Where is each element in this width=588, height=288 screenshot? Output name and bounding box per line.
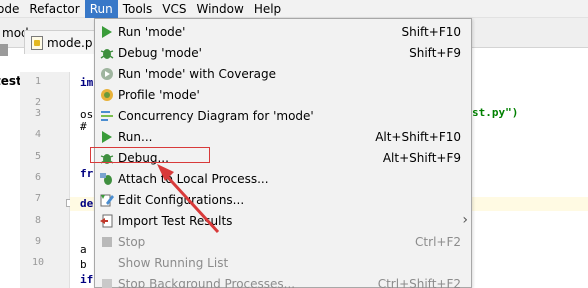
- code-line-4: #: [80, 120, 87, 133]
- menu-vcs[interactable]: VCS: [157, 0, 191, 18]
- menu-item-concurrency-diagram[interactable]: Concurrency Diagram for 'mode': [95, 106, 471, 127]
- stop-icon: [100, 235, 114, 249]
- project-panel-label: test: [0, 74, 22, 88]
- menu-item-label: Edit Configurations...: [118, 193, 245, 207]
- line-number-gutter: 1 2 3 4 5 6 7 8 9 10: [20, 72, 70, 288]
- line-number: 3: [34, 108, 42, 119]
- menu-item-shortcut: Ctrl+Shift+F2: [377, 277, 461, 288]
- editor-tab-mode-py[interactable]: mode.p: [24, 30, 104, 54]
- menu-code[interactable]: ode: [0, 0, 24, 18]
- line-number: 6: [34, 172, 42, 183]
- menu-item-shortcut: Shift+F9: [409, 46, 461, 60]
- python-file-icon: [31, 35, 43, 50]
- code-string-fragment: st.py"): [472, 106, 519, 119]
- code-line-7: fr: [80, 167, 94, 180]
- menu-item-run-with-coverage[interactable]: Run 'mode' with Coverage: [95, 64, 471, 85]
- menu-item-shortcut: Shift+F10: [401, 25, 461, 39]
- profile-icon: [100, 88, 114, 102]
- code-line-1: im: [80, 76, 94, 89]
- run-icon: [100, 25, 114, 39]
- menu-item-label: Concurrency Diagram for 'mode': [118, 109, 314, 123]
- annotation-highlight-box: [90, 147, 210, 163]
- menu-tools[interactable]: Tools: [118, 0, 158, 18]
- menu-item-label: Run 'mode': [118, 25, 186, 39]
- menu-item-label: Import Test Results: [118, 214, 233, 228]
- menu-item-label: Debug 'mode': [118, 46, 202, 60]
- line-number: 5: [34, 151, 42, 162]
- menu-window[interactable]: Window: [191, 0, 248, 18]
- debug-icon: [100, 46, 114, 60]
- panel-toggle[interactable]: [0, 44, 8, 56]
- line-number: 8: [34, 215, 42, 226]
- menu-item-run-mode[interactable]: Run 'mode' Shift+F10: [95, 22, 471, 43]
- coverage-icon: [100, 67, 114, 81]
- menu-item-import-test-results[interactable]: Import Test Results ›: [95, 211, 471, 232]
- edit-config-icon: [100, 193, 114, 207]
- code-line-11: a: [80, 243, 87, 256]
- stop-bg-icon: [100, 277, 114, 288]
- line-number: 2: [34, 97, 42, 108]
- menu-item-shortcut: Alt+Shift+F10: [375, 130, 461, 144]
- menu-item-debug-mode[interactable]: Debug 'mode' Shift+F9: [95, 43, 471, 64]
- menubar: ode Refactor Run Tools VCS Window Help: [0, 0, 588, 18]
- menu-item-stop[interactable]: Stop Ctrl+F2: [95, 232, 471, 253]
- menu-item-attach-process[interactable]: Attach to Local Process...: [95, 169, 471, 190]
- menu-item-label: Run 'mode' with Coverage: [118, 67, 277, 81]
- menu-item-profile-mode[interactable]: Profile 'mode': [95, 85, 471, 106]
- menu-item-shortcut: Alt+Shift+F9: [382, 151, 461, 165]
- code-line-12: b: [80, 258, 87, 271]
- menu-item-edit-configurations[interactable]: Edit Configurations...: [95, 190, 471, 211]
- line-number: 10: [31, 257, 45, 268]
- menu-item-label: Show Running List: [118, 256, 229, 270]
- import-icon: [100, 214, 114, 228]
- line-number: 7: [34, 193, 42, 204]
- concurrency-icon: [100, 109, 114, 123]
- menu-item-label: Attach to Local Process...: [118, 172, 269, 186]
- project-panel[interactable]: test: [0, 72, 22, 288]
- menu-help[interactable]: Help: [249, 0, 286, 18]
- menu-item-label: Profile 'mode': [118, 88, 200, 102]
- menu-item-shortcut: Ctrl+F2: [415, 235, 461, 249]
- run-icon: [100, 130, 114, 144]
- menu-item-show-running-list[interactable]: Show Running List: [95, 253, 471, 274]
- menu-item-label: Stop Background Processes...: [118, 277, 296, 288]
- line-number: 1: [34, 76, 42, 87]
- line-number: 4: [34, 129, 42, 140]
- submenu-arrow-icon: ›: [462, 212, 468, 228]
- code-line-9: de: [80, 197, 94, 210]
- menu-run[interactable]: Run: [84, 0, 118, 18]
- menu-item-stop-background[interactable]: Stop Background Processes... Ctrl+Shift+…: [95, 274, 471, 288]
- menu-refactor[interactable]: Refactor: [24, 0, 84, 18]
- editor-tab-label: mode.p: [47, 35, 93, 50]
- menu-item-label: Run...: [118, 130, 153, 144]
- menu-item-label: Stop: [118, 235, 146, 249]
- code-line-13: if: [80, 273, 94, 286]
- menu-item-run-dialog[interactable]: Run... Alt+Shift+F10: [95, 127, 471, 148]
- line-number: 9: [34, 236, 42, 247]
- attach-icon: [100, 172, 114, 186]
